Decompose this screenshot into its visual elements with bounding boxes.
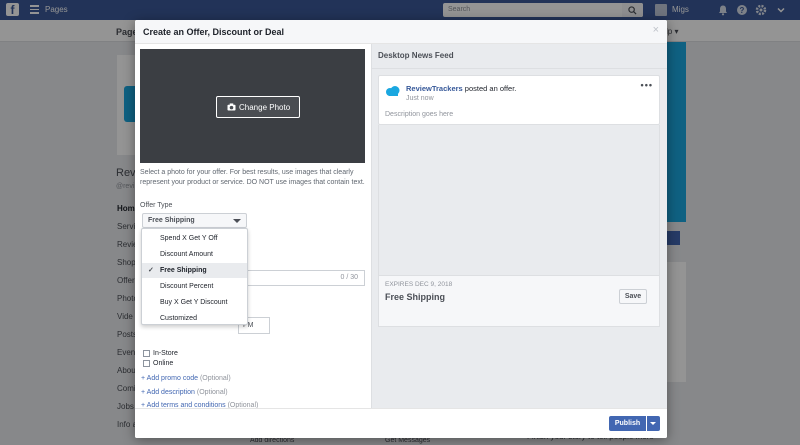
online-label: Online bbox=[153, 360, 174, 367]
add-promo-code-link[interactable]: + Add promo code (Optional) bbox=[141, 375, 231, 382]
offer-name: Free Shipping bbox=[385, 292, 446, 302]
option-label: Spend X Get Y Off bbox=[160, 235, 218, 242]
add-description-link[interactable]: + Add description (Optional) bbox=[141, 389, 228, 396]
checkbox-box[interactable] bbox=[143, 360, 150, 367]
dialog-title: Create an Offer, Discount or Deal bbox=[143, 27, 285, 37]
dialog-footer: Publish bbox=[135, 408, 667, 438]
expiry-text: EXPIRES DEC 9, 2018 bbox=[385, 281, 453, 288]
reviewtrackers-logo-icon bbox=[385, 84, 401, 100]
offer-type-select[interactable]: Free Shipping bbox=[142, 213, 247, 228]
in-store-label: In-Store bbox=[153, 350, 178, 357]
offer-form: Change Photo Select a photo for your off… bbox=[135, 44, 371, 409]
more-options-icon[interactable]: ••• bbox=[641, 80, 653, 90]
post-timestamp: Just now bbox=[406, 95, 434, 102]
change-photo-button[interactable]: Change Photo bbox=[216, 96, 300, 118]
offer-title-input[interactable]: 0 / 30 bbox=[247, 270, 365, 286]
publish-options-chevron-icon[interactable] bbox=[647, 416, 660, 431]
dropdown-option[interactable]: Discount Amount bbox=[142, 247, 247, 262]
offer-type-label: Offer Type bbox=[140, 202, 173, 209]
dialog-header: Create an Offer, Discount or Deal × bbox=[135, 20, 667, 44]
dropdown-option[interactable]: Spend X Get Y Off bbox=[142, 231, 247, 246]
change-photo-label: Change Photo bbox=[239, 103, 291, 112]
dropdown-option[interactable]: Customized bbox=[142, 311, 247, 324]
checkbox-box[interactable] bbox=[143, 350, 150, 357]
close-icon[interactable]: × bbox=[653, 25, 659, 36]
offer-photo-area: Change Photo bbox=[140, 49, 365, 163]
post-headline: ReviewTrackers posted an offer. bbox=[406, 84, 516, 93]
offer-type-value: Free Shipping bbox=[148, 217, 195, 224]
description-placeholder: Description goes here bbox=[385, 111, 454, 118]
optional-label: (Optional) bbox=[199, 375, 231, 382]
option-label: Discount Percent bbox=[160, 283, 214, 290]
photo-help-text: Select a photo for your offer. For best … bbox=[140, 169, 365, 186]
divider bbox=[372, 68, 667, 69]
dropdown-option[interactable]: Buy X Get Y Discount bbox=[142, 295, 247, 310]
checkmark-icon: ✓ bbox=[148, 267, 154, 274]
option-label: Customized bbox=[160, 315, 197, 322]
dropdown-option-selected[interactable]: ✓ Free Shipping bbox=[142, 263, 247, 278]
offer-type-dropdown: Spend X Get Y Off Discount Amount ✓ Free … bbox=[141, 228, 248, 325]
publish-button[interactable]: Publish bbox=[609, 416, 646, 431]
create-offer-dialog: Create an Offer, Discount or Deal × Chan… bbox=[135, 20, 667, 438]
post-action-text: posted an offer. bbox=[462, 84, 517, 93]
preview-heading: Desktop News Feed bbox=[378, 51, 454, 60]
option-label: Buy X Get Y Discount bbox=[160, 299, 228, 306]
preview-pane: Desktop News Feed ReviewTrackers posted … bbox=[371, 44, 667, 408]
chevron-down-icon bbox=[233, 219, 241, 223]
preview-image-area bbox=[378, 125, 660, 275]
save-button[interactable]: Save bbox=[619, 289, 647, 304]
add-promo-code-label: + Add promo code bbox=[141, 375, 199, 382]
dropdown-option[interactable]: Discount Percent bbox=[142, 279, 247, 294]
option-label: Free Shipping bbox=[160, 267, 207, 274]
character-counter: 0 / 30 bbox=[340, 274, 358, 281]
camera-icon bbox=[227, 103, 236, 111]
add-description-label: + Add description bbox=[141, 389, 195, 396]
optional-label: (Optional) bbox=[196, 389, 228, 396]
post-author-link[interactable]: ReviewTrackers bbox=[406, 84, 463, 93]
preview-post-card: ReviewTrackers posted an offer. Just now… bbox=[378, 75, 660, 125]
offer-preview-footer: EXPIRES DEC 9, 2018 Free Shipping Save bbox=[378, 275, 660, 327]
option-label: Discount Amount bbox=[160, 251, 213, 258]
